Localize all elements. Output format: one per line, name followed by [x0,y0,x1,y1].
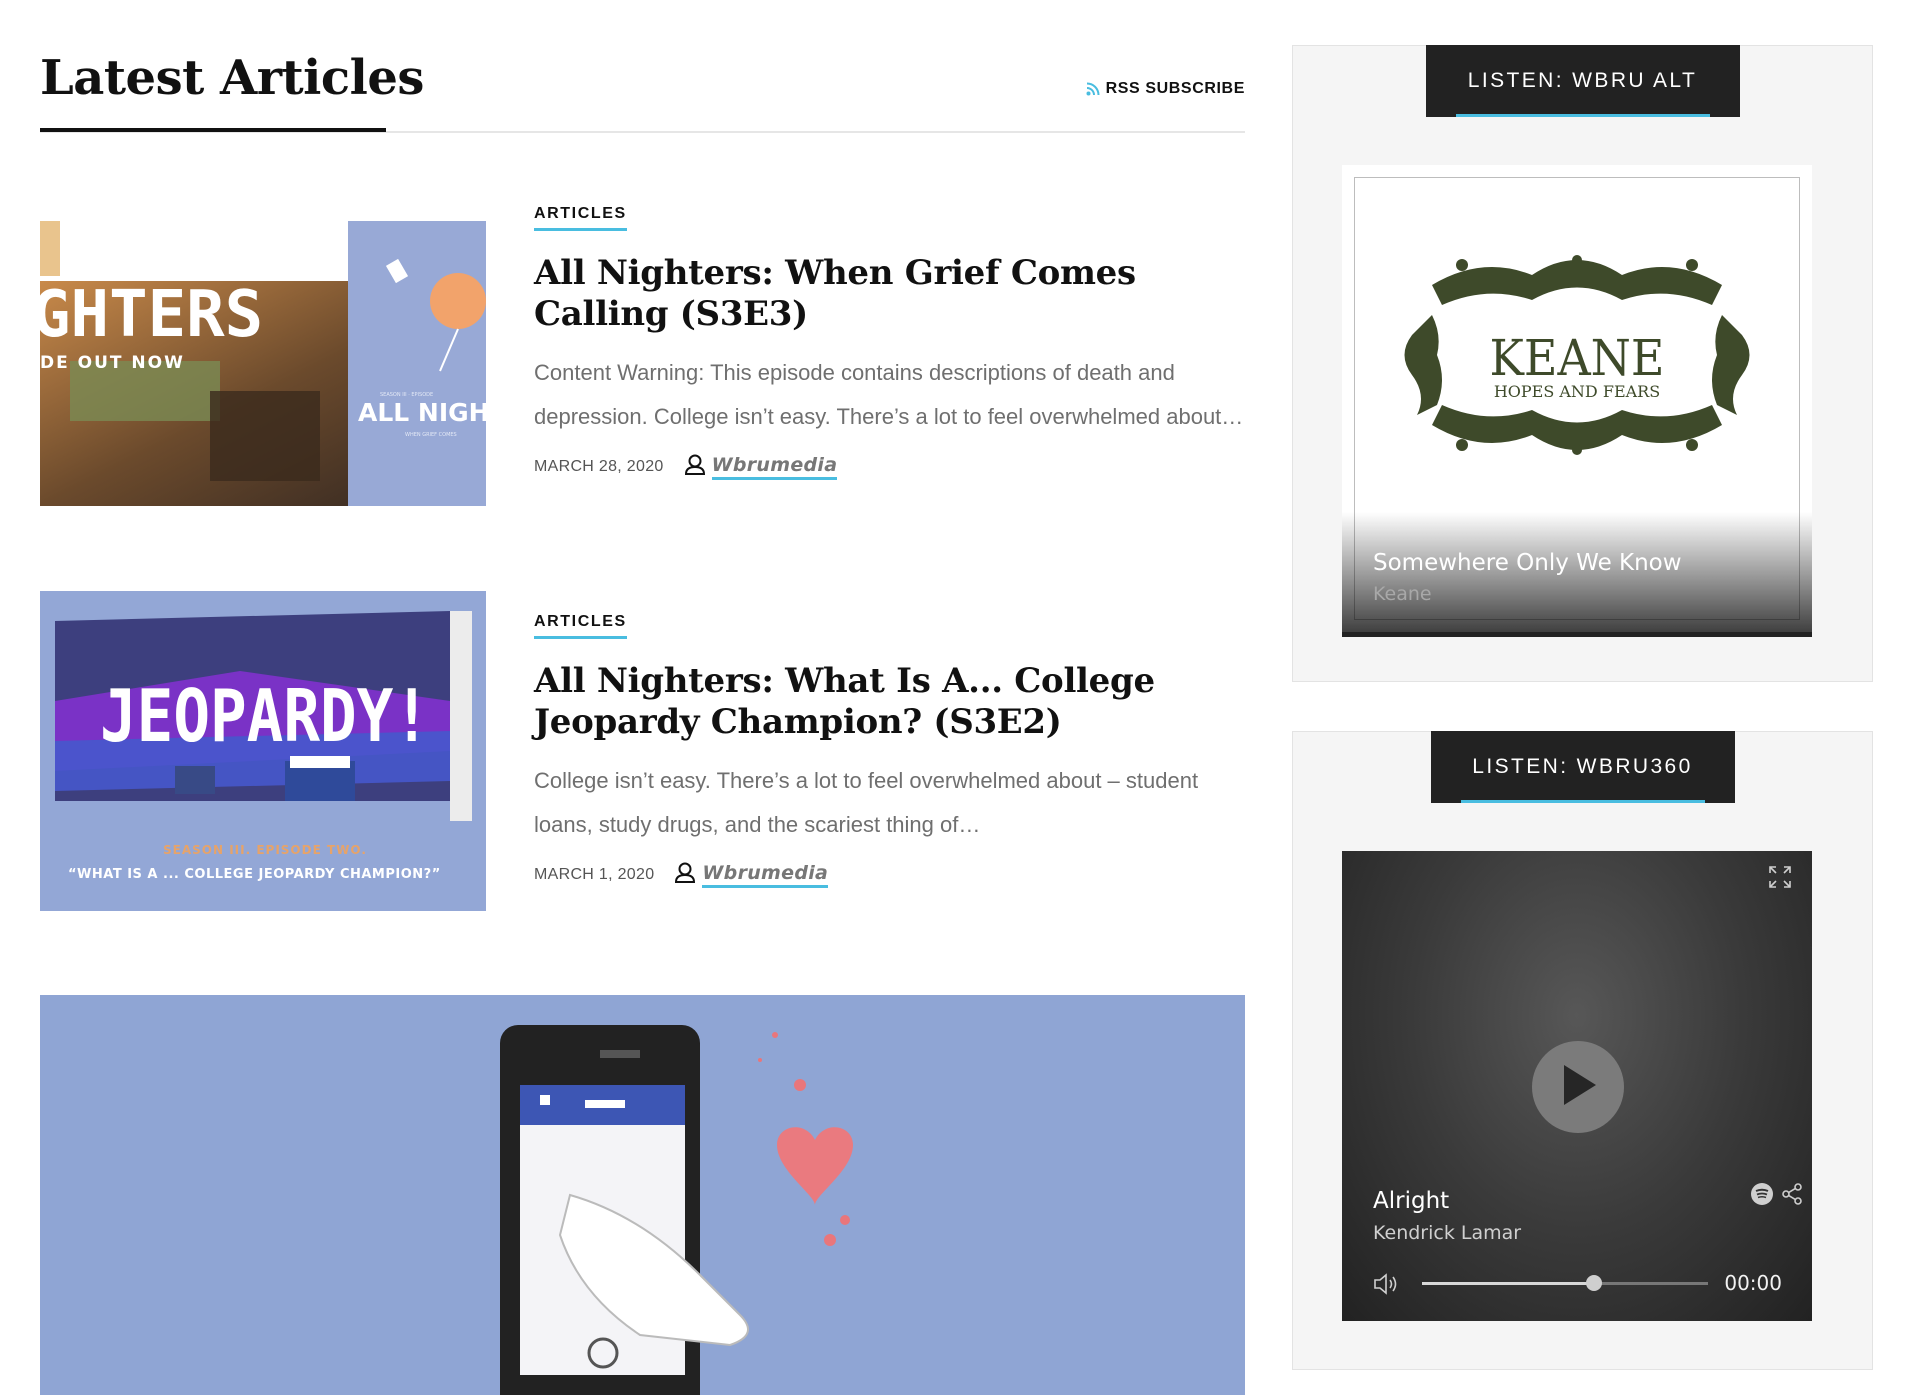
widget-tab[interactable]: LISTEN: WBRU ALT [1425,45,1740,117]
main-column: Latest Articles RSS SUBSCRIBE GHTERS DE … [40,0,1245,911]
rss-subscribe-link[interactable]: RSS SUBSCRIBE [1086,80,1245,98]
article-thumbnail[interactable]: GHTERS DE OUT NOW SEASON III · EPISODE A… [40,221,486,506]
thumb-logo: JEOPARDY! [100,674,430,758]
progress-slider[interactable] [1422,1275,1708,1291]
widget-tab-label: LISTEN: WBRU360 [1472,755,1693,778]
listen-widget-alt: LISTEN: WBRU ALT KEANE HOPES AND FEARS S… [1292,45,1873,682]
track-title: Alright [1373,1188,1450,1214]
thumb-text-sub: DE OUT NOW [40,353,185,373]
elapsed-time: 00:00 [1724,1271,1782,1295]
page-title: Latest Articles [40,50,424,106]
tab-accent [1460,800,1705,803]
article-title-link[interactable]: All Nighters: When Grief Comes Calling (… [534,253,1245,335]
track-title: Somewhere Only We Know [1373,550,1682,576]
user-icon [684,453,706,480]
volume-icon[interactable] [1372,1271,1400,1302]
heart-icon [777,1127,853,1205]
article-title-link[interactable]: All Nighters: What Is A... College Jeopa… [534,661,1245,743]
category-link[interactable]: ARTICLES [534,205,627,231]
category-link[interactable]: ARTICLES [534,613,627,639]
listen-widget-360: LISTEN: WBRU360 Alright Kendrick Lamar 0… [1292,731,1873,1370]
article-meta: MARCH 28, 2020 Wbrumedia [534,453,1245,480]
author: Wbrumedia [684,453,838,480]
thumb-caption: “WHAT IS A ... COLLEGE JEOPARDY CHAMPION… [68,867,441,882]
share-icon[interactable] [1780,1182,1804,1211]
thumb-text-top: GHTERS [40,278,263,352]
author-link[interactable]: Wbrumedia [711,454,838,480]
progress-fill [1422,1282,1594,1285]
play-button[interactable] [1532,1041,1624,1133]
article-thumbnail[interactable]: JEOPARDY! SEASON III. EPISODE TWO. “WHAT… [40,591,486,911]
title-underline [40,128,386,132]
thumb-season: SEASON III. EPISODE TWO. [163,843,367,857]
now-playing-card[interactable]: KEANE HOPES AND FEARS Somewhere Only We … [1342,165,1812,637]
play-icon [1558,1063,1598,1112]
rss-icon [1086,82,1100,96]
album-title: HOPES AND FEARS [1494,382,1660,401]
rss-label: RSS SUBSCRIBE [1105,80,1245,97]
album-band: KEANE [1490,329,1665,387]
article-content: ARTICLES All Nighters: What Is A... Coll… [534,613,1245,888]
article-date: MARCH 28, 2020 [534,457,664,475]
widget-tab-label: LISTEN: WBRU ALT [1467,69,1698,92]
article-card: JEOPARDY! SEASON III. EPISODE TWO. “WHAT… [40,591,1245,913]
audio-player: Alright Kendrick Lamar 00:00 [1342,851,1812,1321]
thumb-card-text: ALL NIGH [358,398,486,427]
tab-accent [1455,114,1710,117]
article-content: ARTICLES All Nighters: When Grief Comes … [534,205,1245,480]
track-artist: Keane [1373,583,1432,605]
article-excerpt: Content Warning: This episode contains d… [534,360,1244,429]
author-link[interactable]: Wbrumedia [702,862,829,888]
thumb-card-tiny: WHEN GRIEF COMES [405,432,457,438]
section-header: Latest Articles RSS SUBSCRIBE [40,0,1245,136]
track-artist: Kendrick Lamar [1373,1222,1522,1244]
article-meta: MARCH 1, 2020 Wbrumedia [534,861,1245,888]
expand-icon[interactable] [1768,865,1792,894]
article-date: MARCH 1, 2020 [534,865,655,883]
spotify-icon[interactable] [1750,1182,1774,1211]
author: Wbrumedia [674,861,829,888]
article-card: GHTERS DE OUT NOW SEASON III · EPISODE A… [40,205,1245,506]
widget-tab[interactable]: LISTEN: WBRU360 [1430,731,1735,803]
user-icon [674,861,696,888]
article-excerpt: College isn’t easy. There’s a lot to fee… [534,768,1199,837]
featured-article-image[interactable] [40,995,1245,1395]
progress-handle[interactable] [1585,1275,1602,1291]
